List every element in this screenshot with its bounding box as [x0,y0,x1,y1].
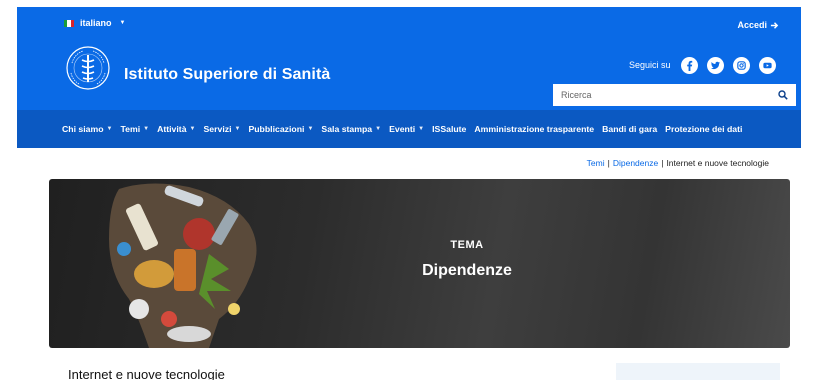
chevron-down-icon: ▼ [307,126,314,132]
twitter-link[interactable] [707,57,724,74]
page-title: Internet e nuove tecnologie [68,367,225,380]
nav-menu: Chi siamo ▼ Temi ▼ Attività ▼ Servizi ▼ Pubblica… [62,110,742,148]
facebook-link[interactable] [681,57,698,74]
italian-flag-icon [64,19,74,27]
nav-item-pubblicazioni[interactable]: Pubblicazioni ▼ [248,124,313,134]
main-navigation: Chi siamo ▼ Temi ▼ Attività ▼ Servizi ▼ Pubblica… [17,110,801,148]
chevron-down-icon: ▼ [418,126,425,132]
chevron-down-icon: ▼ [189,126,196,132]
language-label: italiano [80,18,112,28]
nav-item-amministrazione-trasparente[interactable]: Amministrazione trasparente [474,124,594,134]
login-link[interactable]: Accedi [737,20,779,30]
search-input[interactable] [561,90,778,100]
nav-item-label: Eventi [389,124,416,134]
nav-item-label: Amministrazione trasparente [474,124,595,134]
iss-logo-icon[interactable] [65,45,111,91]
nav-item-label: Protezione dei dati [665,124,743,134]
chevron-down-icon: ▼ [234,126,241,132]
nav-item-label: Bandi di gara [602,124,658,134]
site-title[interactable]: Istituto Superiore di Sanità [124,66,330,84]
nav-item-label: Temi [120,124,141,134]
nav-item-protezione-dei-dati[interactable]: Protezione dei dati [665,124,742,134]
youtube-link[interactable] [759,57,776,74]
nav-item-bandi-di-gara[interactable]: Bandi di gara [602,124,657,134]
nav-item-label: Sala stampa [321,124,373,134]
instagram-icon [737,61,746,70]
hero-kicker: TEMA [450,239,484,251]
addiction-collage-image [109,183,257,348]
breadcrumb: Temi | Dipendenze | Internet e nuove tecnolo… [587,158,769,168]
follow-label: Seguici su [629,60,671,70]
chevron-down-icon: ▼ [119,20,126,26]
topic-hero-banner: TEMA Dipendenze [49,179,790,348]
breadcrumb-separator: | [661,158,664,168]
chevron-down-icon: ▼ [375,126,382,132]
nav-item-servizi[interactable]: Servizi ▼ [203,124,240,134]
chevron-down-icon: ▼ [143,126,150,132]
language-selector[interactable]: italiano ▼ [64,18,125,28]
nav-item-label: Servizi [203,124,232,134]
nav-item-label: ISSalute [432,124,467,134]
nav-item-attivit[interactable]: Attività ▼ [157,124,195,134]
breadcrumb-separator: | [607,158,610,168]
nav-item-label: Pubblicazioni [248,124,305,134]
breadcrumb-current: Internet e nuove tecnologie [666,158,769,168]
nav-item-temi[interactable]: Temi ▼ [120,124,149,134]
nav-item-sala-stampa[interactable]: Sala stampa ▼ [321,124,381,134]
youtube-icon [763,62,772,69]
twitter-icon [710,61,721,70]
hero-title: Dipendenze [422,262,512,279]
arrow-right-icon [770,21,779,29]
nav-item-issalute[interactable]: ISSalute [432,124,466,134]
nav-item-chi-siamo[interactable]: Chi siamo ▼ [62,124,112,134]
breadcrumb-link-temi[interactable]: Temi [587,158,605,168]
login-label: Accedi [737,20,767,30]
chevron-down-icon: ▼ [106,126,113,132]
nav-item-label: Chi siamo [62,124,104,134]
nav-item-eventi[interactable]: Eventi ▼ [389,124,424,134]
search-box [553,84,796,106]
search-icon[interactable] [778,90,788,100]
site-header: italiano ▼ Accedi Istituto Superiore di … [17,7,801,110]
instagram-link[interactable] [733,57,750,74]
facebook-icon [687,60,693,71]
sidebar-box [616,363,780,380]
breadcrumb-link-dipendenze[interactable]: Dipendenze [613,158,658,168]
nav-item-label: Attività [157,124,187,134]
